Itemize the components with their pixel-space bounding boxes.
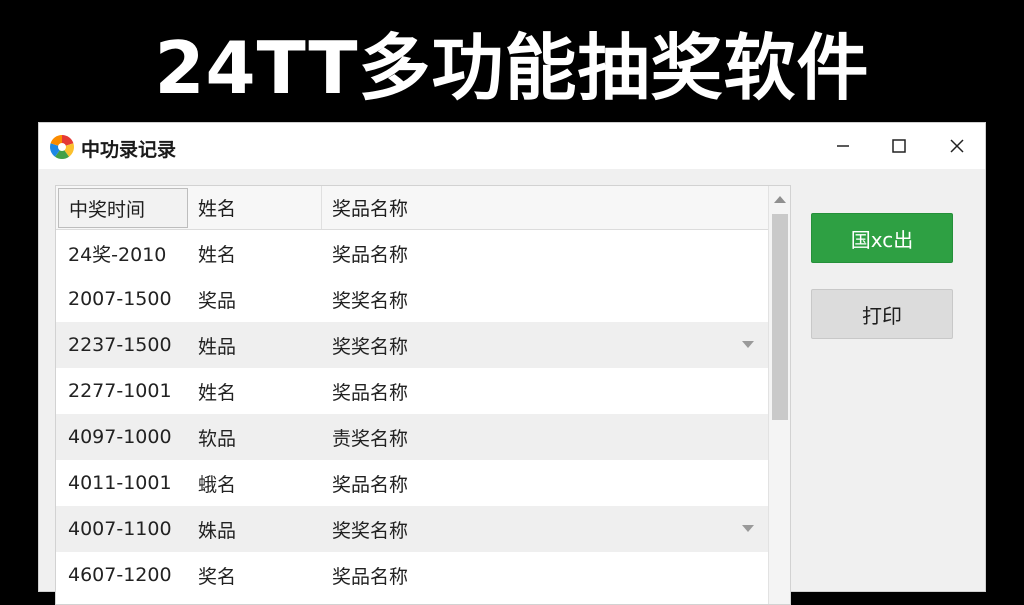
table-row[interactable]: 24奖-2010 姓名 奖品名称 [56, 230, 768, 276]
cell-time: 4011-1001 [68, 472, 172, 494]
table-row[interactable]: 2237-1500 姓品 奖奖名称 [56, 322, 768, 368]
cell-prize: 奖品名称 [332, 381, 409, 404]
row-dropdown-caret-icon[interactable] [742, 525, 754, 532]
cell-time: 4607-1200 [68, 564, 172, 586]
scroll-up-arrow-icon[interactable] [774, 196, 786, 203]
records-window: 中功录记录 中奖时间 姓名 奖品名称 24奖-2010 姓名 奖品名称 2007… [38, 122, 986, 605]
minimize-icon [837, 145, 849, 147]
table-row[interactable]: 4607-1200 奖名 奖品名称 [56, 552, 768, 598]
window-title: 中功录记录 [81, 139, 177, 161]
table-header: 中奖时间 姓名 奖品名称 [56, 186, 768, 230]
cell-time: 2277-1001 [68, 380, 172, 402]
cell-name: 姝品 [198, 519, 237, 542]
cell-prize: 奖奖名称 [332, 335, 409, 358]
cell-name: 软品 [198, 427, 237, 450]
cell-name: 奖品 [198, 289, 237, 312]
column-header-name[interactable]: 姓名 [188, 186, 322, 229]
window-titlebar[interactable]: 中功录记录 [39, 123, 985, 169]
cell-prize: 奖品名称 [332, 473, 409, 496]
app-logo-icon [50, 135, 74, 159]
banner-title: 24TT多功能抽奖软件 [154, 25, 870, 110]
maximize-icon [892, 139, 906, 153]
promo-banner: 24TT多功能抽奖软件 [0, 0, 1024, 122]
cell-prize: 奖奖名称 [332, 519, 409, 542]
cell-time: 4007-1100 [68, 518, 172, 540]
table-row[interactable]: 4097-1000 软品 责奖名称 [56, 414, 768, 460]
cell-name: 姓品 [198, 335, 237, 358]
table-row[interactable]: 4011-1001 蛾名 奖品名称 [56, 460, 768, 506]
column-header-prize[interactable]: 奖品名称 [322, 186, 768, 229]
cell-prize: 奖品名称 [332, 243, 409, 266]
column-header-time[interactable]: 中奖时间 [58, 188, 188, 228]
minimize-button[interactable] [821, 129, 865, 163]
vertical-scrollbar[interactable] [768, 186, 790, 604]
table-body: 24奖-2010 姓名 奖品名称 2007-1500 奖品 奖奖名称 2237-… [56, 230, 768, 598]
scrollbar-thumb[interactable] [772, 214, 788, 420]
records-table: 中奖时间 姓名 奖品名称 24奖-2010 姓名 奖品名称 2007-1500 … [55, 185, 791, 605]
cell-name: 奖名 [198, 565, 237, 588]
cell-prize: 奖奖名称 [332, 289, 409, 312]
table-row[interactable]: 2007-1500 奖品 奖奖名称 [56, 276, 768, 322]
cell-time: 2237-1500 [68, 334, 172, 356]
row-dropdown-caret-icon[interactable] [742, 341, 754, 348]
close-icon [950, 139, 964, 153]
cell-prize: 奖品名称 [332, 565, 409, 588]
table-row[interactable]: 4007-1100 姝品 奖奖名称 [56, 506, 768, 552]
maximize-button[interactable] [877, 129, 921, 163]
cell-time: 2007-1500 [68, 288, 172, 310]
close-button[interactable] [935, 129, 979, 163]
cell-name: 姓名 [198, 243, 237, 266]
cell-name: 蛾名 [198, 473, 237, 496]
cell-time: 4097-1000 [68, 426, 172, 448]
cell-time: 24奖-2010 [68, 243, 167, 266]
cell-prize: 责奖名称 [332, 427, 409, 450]
export-button[interactable]: 国xc出 [811, 213, 953, 263]
cell-name: 姓名 [198, 381, 237, 404]
table-row[interactable]: 2277-1001 姓名 奖品名称 [56, 368, 768, 414]
print-button[interactable]: 打印 [811, 289, 953, 339]
